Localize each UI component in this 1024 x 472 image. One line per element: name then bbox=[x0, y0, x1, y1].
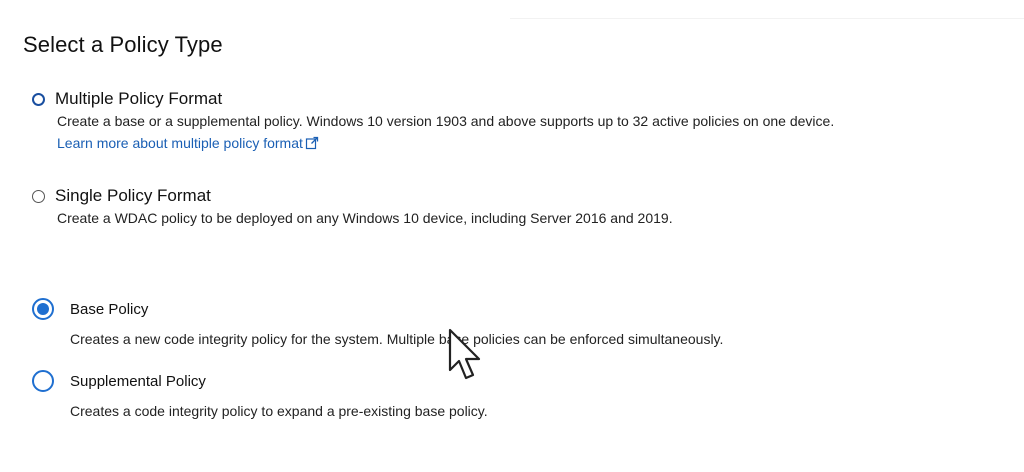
page-title: Select a Policy Type bbox=[23, 32, 223, 57]
supplemental-policy-description: Creates a code integrity policy to expan… bbox=[70, 403, 488, 419]
single-policy-format-radio[interactable] bbox=[32, 189, 45, 203]
multiple-policy-format-description: Create a base or a supplemental policy. … bbox=[57, 113, 835, 129]
policy-type-page: Select a Policy Type Multiple Policy For… bbox=[0, 0, 1024, 472]
mouse-pointer-icon bbox=[448, 328, 481, 380]
option-base-policy: Base Policy Creates a new code integrity… bbox=[32, 298, 723, 347]
learn-more-link-text[interactable]: Learn more about multiple policy format bbox=[57, 135, 303, 151]
base-policy-description: Creates a new code integrity policy for … bbox=[70, 331, 724, 347]
learn-more-link[interactable]: Learn more about multiple policy format bbox=[57, 135, 319, 151]
top-divider bbox=[510, 18, 1024, 19]
base-policy-radio[interactable] bbox=[32, 298, 54, 320]
single-policy-format-description: Create a WDAC policy to be deployed on a… bbox=[57, 210, 673, 226]
supplemental-policy-radio[interactable] bbox=[32, 370, 54, 392]
multiple-policy-format-label[interactable]: Multiple Policy Format bbox=[55, 89, 222, 109]
option-single-policy-format: Single Policy Format Create a WDAC polic… bbox=[32, 186, 673, 226]
external-link-icon[interactable] bbox=[305, 136, 319, 150]
supplemental-policy-label[interactable]: Supplemental Policy bbox=[70, 373, 206, 390]
single-policy-format-label[interactable]: Single Policy Format bbox=[55, 186, 211, 206]
option-multiple-policy-format: Multiple Policy Format Create a base or … bbox=[32, 89, 834, 153]
base-policy-label[interactable]: Base Policy bbox=[70, 301, 148, 318]
option-supplemental-policy: Supplemental Policy Creates a code integ… bbox=[32, 370, 488, 419]
multiple-policy-format-radio[interactable] bbox=[32, 92, 45, 106]
